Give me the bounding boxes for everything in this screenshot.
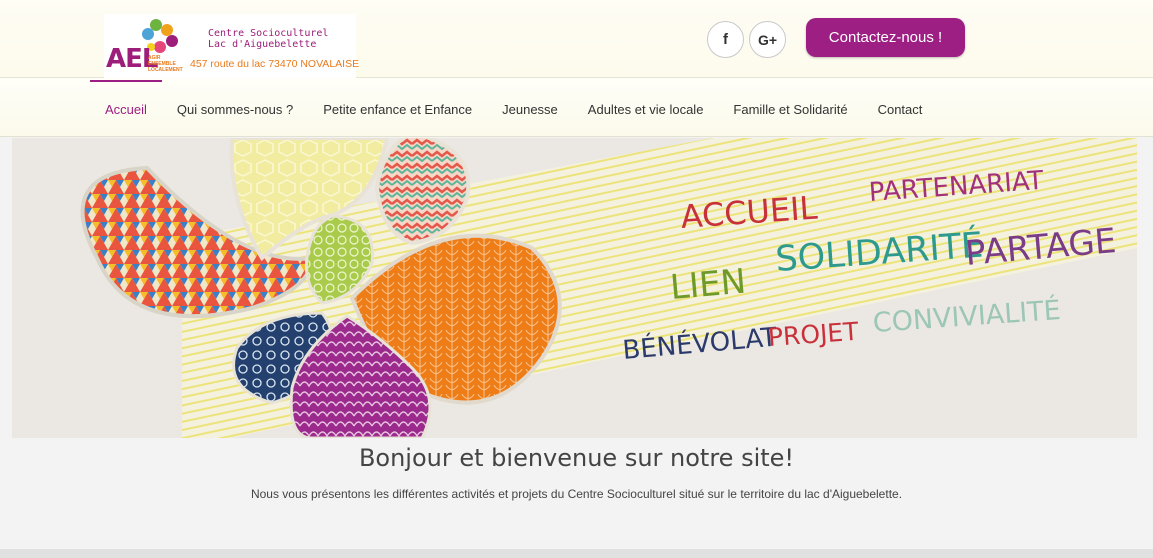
nav-item-qui-sommes-nous[interactable]: Qui sommes-nous ? — [162, 102, 308, 117]
welcome-heading: Bonjour et bienvenue sur notre site! — [358, 444, 795, 472]
google-plus-icon[interactable]: G+ — [749, 21, 786, 58]
contact-us-button[interactable]: Contactez-nous ! — [806, 18, 965, 57]
site-logo[interactable]: AEL AGIR ENSEMBLE LOCALEMENT Centre Soci… — [104, 14, 360, 78]
nav-item-accueil[interactable]: Accueil — [90, 102, 162, 117]
footer-strip — [0, 549, 1153, 558]
facebook-icon[interactable]: f — [707, 21, 744, 58]
nav-item-adultes[interactable]: Adultes et vie locale — [573, 102, 719, 117]
nav-active-indicator — [90, 80, 162, 82]
hero-banner: ACCUEIL PARTENARIAT LIEN SOLIDARITÉ PART… — [12, 138, 1137, 438]
main-navigation: Accueil Qui sommes-nous ? Petite enfance… — [0, 78, 1153, 137]
nav-item-jeunesse[interactable]: Jeunesse — [487, 102, 573, 117]
logo-tagline: AGIR ENSEMBLE LOCALEMENT — [148, 55, 183, 73]
logo-name-line2: Lac d'Aiguebelette — [208, 39, 317, 50]
logo-address: 457 route du lac 73470 NOVALAISE — [190, 58, 360, 70]
banner-word-lien: LIEN — [668, 261, 748, 308]
nav-item-contact[interactable]: Contact — [863, 102, 938, 117]
logo-name-line1: Centre Socioculturel — [208, 28, 329, 39]
top-header: AEL AGIR ENSEMBLE LOCALEMENT Centre Soci… — [0, 0, 1153, 78]
nav-item-famille-solidarite[interactable]: Famille et Solidarité — [718, 102, 862, 117]
intro-paragraph: Nous vous présentons les différentes act… — [250, 487, 903, 501]
nav-item-petite-enfance[interactable]: Petite enfance et Enfance — [308, 102, 487, 117]
